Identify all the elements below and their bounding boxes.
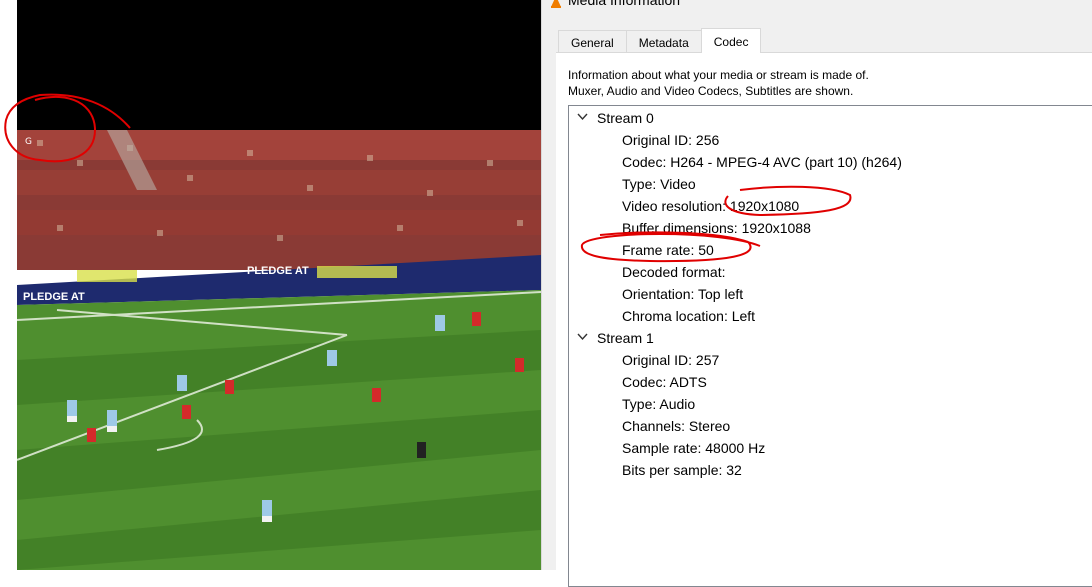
description-line: Information about what your media or str… [568, 68, 869, 82]
tree-item-property[interactable]: Original ID: 257 [622, 349, 719, 371]
close-icon[interactable]: · [1053, 0, 1057, 6]
chevron-down-icon[interactable] [577, 107, 589, 129]
tree-item-property[interactable]: Sample rate: 48000 Hz [622, 437, 765, 459]
stream-label: Stream 0 [597, 110, 654, 126]
vlc-cone-icon [550, 0, 562, 9]
codec-description: Information about what your media or str… [568, 67, 869, 99]
tree-item-property[interactable]: Channels: Stereo [622, 415, 730, 437]
chevron-down-icon[interactable] [577, 327, 589, 349]
media-information-dialog: Media Information · General Metadata Cod… [541, 0, 1092, 587]
codec-tree[interactable]: Stream 0 Original ID: 256 Codec: H264 - … [568, 105, 1092, 587]
tree-item-property[interactable]: Bits per sample: 32 [622, 459, 742, 481]
tab-general[interactable]: General [558, 30, 627, 53]
dialog-title: Media Information [568, 0, 681, 8]
tab-bar: General Metadata Codec [558, 28, 762, 53]
tree-item-property[interactable]: Chroma location: Left [622, 305, 755, 327]
video-player[interactable]: PLEDGE AT PLEDGE AT G [0, 0, 541, 570]
stream-label: Stream 1 [597, 330, 654, 346]
tree-item-property[interactable]: Video resolution: 1920x1080 [622, 195, 799, 217]
football-match-image: PLEDGE AT PLEDGE AT [17, 130, 541, 570]
tree-item-stream-0[interactable]: Stream 0 [569, 107, 1089, 129]
banner-text: PLEDGE AT [247, 265, 309, 277]
tree-item-property[interactable]: Frame rate: 50 [622, 239, 714, 261]
dialog-title-bar: Media Information [550, 0, 680, 10]
tree-item-property[interactable]: Codec: H264 - MPEG-4 AVC (part 10) (h264… [622, 151, 902, 173]
tree-item-property[interactable]: Orientation: Top left [622, 283, 743, 305]
tree-item-stream-1[interactable]: Stream 1 [569, 327, 1089, 349]
description-line: Muxer, Audio and Video Codecs, Subtitles… [568, 84, 854, 98]
tree-item-property[interactable]: Original ID: 256 [622, 129, 719, 151]
video-frame[interactable]: PLEDGE AT PLEDGE AT [17, 130, 541, 570]
tree-item-property[interactable]: Type: Video [622, 173, 696, 195]
tab-codec[interactable]: Codec [700, 28, 762, 53]
banner-text: PLEDGE AT [23, 291, 85, 303]
video-overlay-letter: G [25, 137, 32, 147]
tree-item-property[interactable]: Codec: ADTS [622, 371, 707, 393]
tree-item-property[interactable]: Type: Audio [622, 393, 695, 415]
tree-item-property[interactable]: Buffer dimensions: 1920x1088 [622, 217, 811, 239]
tree-item-property[interactable]: Decoded format: [622, 261, 726, 283]
codec-panel: Information about what your media or str… [556, 52, 1092, 587]
tab-metadata[interactable]: Metadata [625, 30, 702, 53]
video-letterbox [17, 0, 541, 130]
